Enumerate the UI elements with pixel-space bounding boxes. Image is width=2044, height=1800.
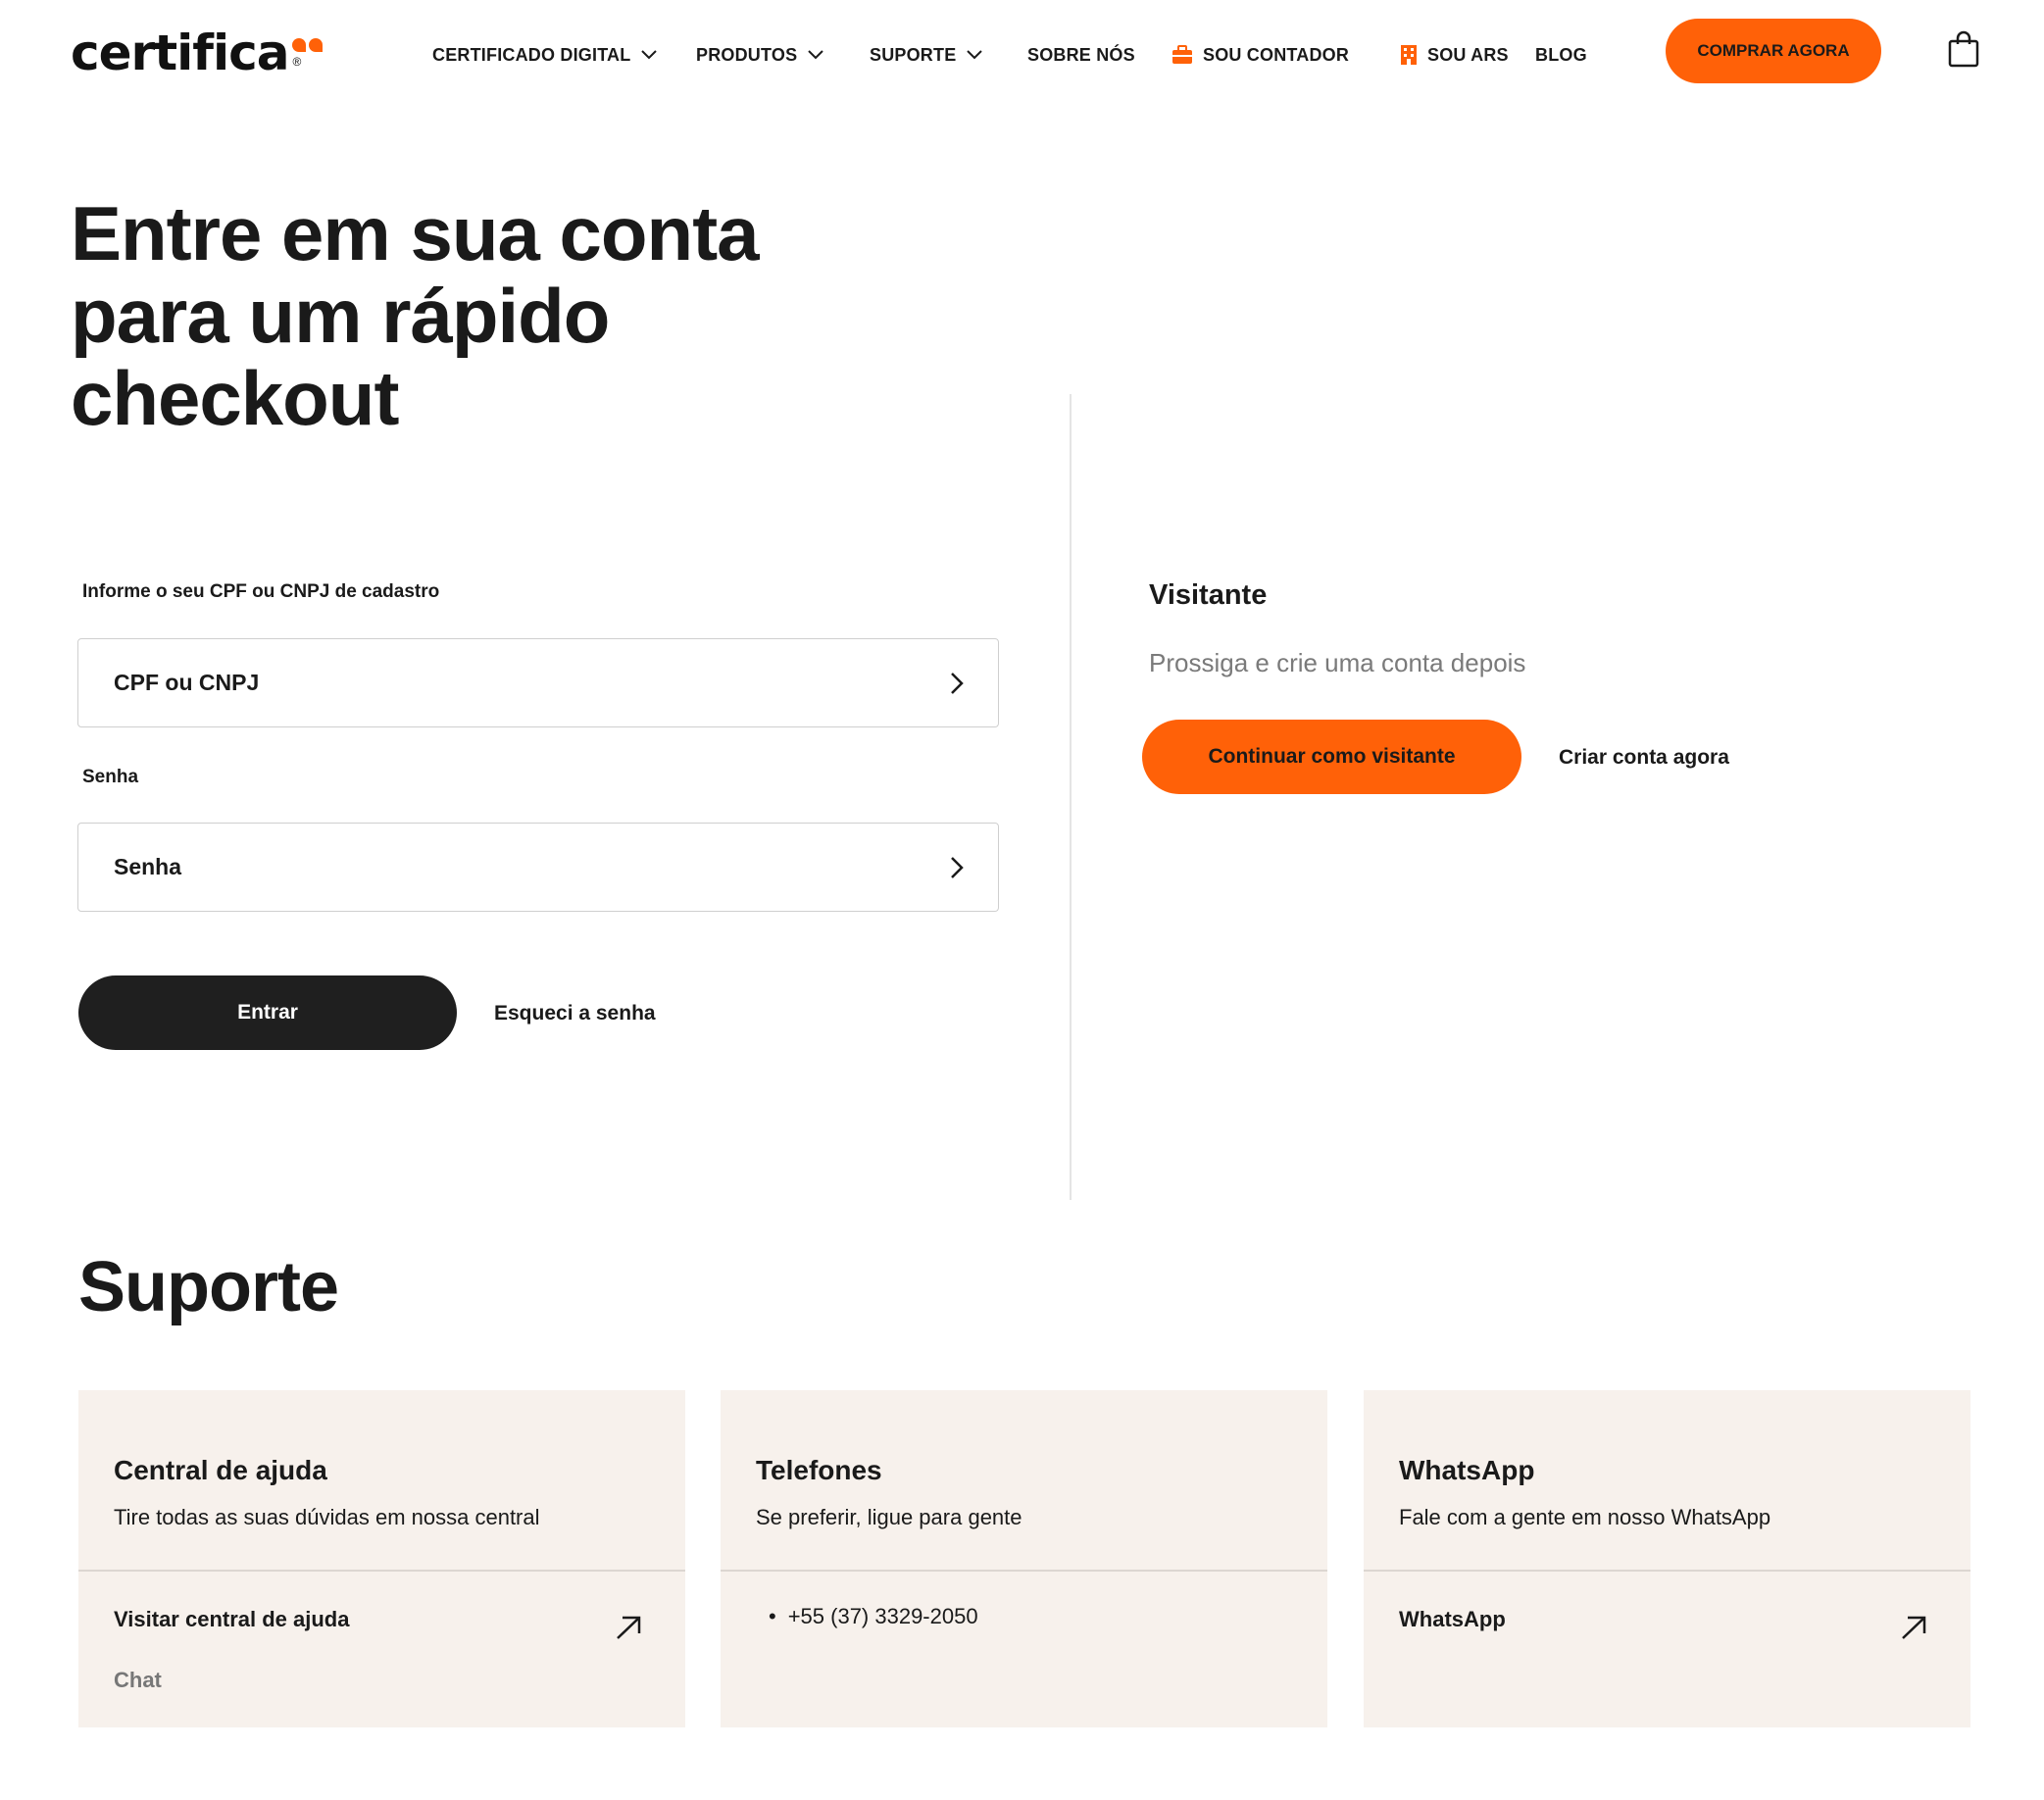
card-title: Central de ajuda xyxy=(114,1455,327,1485)
whatsapp-link[interactable]: WhatsApp xyxy=(1399,1607,1506,1632)
chevron-down-icon xyxy=(641,50,658,60)
card-divider xyxy=(78,1570,685,1572)
continue-as-visitor-button[interactable]: Continuar como visitante xyxy=(1142,720,1521,794)
nav-label: SUPORTE xyxy=(870,44,957,65)
card-subtitle: Se preferir, ligue para gente xyxy=(756,1505,1022,1529)
phone-number[interactable]: +55 (37) 3329-2050 xyxy=(788,1604,978,1629)
password-label: Senha xyxy=(82,767,139,787)
arrow-up-right-icon[interactable] xyxy=(1898,1612,1929,1643)
document-label: Informe o seu CPF ou CNPJ de cadastro xyxy=(82,581,440,602)
building-icon xyxy=(1401,45,1417,65)
nav-label: BLOG xyxy=(1535,44,1587,65)
chevron-down-icon xyxy=(967,50,983,60)
logo-quote-mark-icon: ® xyxy=(291,38,325,69)
visitor-description: Prossiga e crie uma conta depois xyxy=(1149,648,1526,677)
briefcase-icon xyxy=(1172,45,1192,64)
certifica-logo[interactable]: certifica ® xyxy=(71,24,325,82)
nav-label: SOBRE NÓS xyxy=(1027,44,1135,65)
nav-blog[interactable]: BLOG xyxy=(1535,35,1587,75)
visitor-title: Visitante xyxy=(1149,579,1268,611)
nav-certificado-digital[interactable]: CERTIFICADO DIGITAL xyxy=(432,35,658,75)
nav-label: CERTIFICADO DIGITAL xyxy=(432,44,631,65)
support-title: Suporte xyxy=(78,1248,339,1326)
help-center-card: Central de ajuda Tire todas as suas dúvi… xyxy=(78,1390,685,1727)
phones-card: Telefones Se preferir, ligue para gente … xyxy=(721,1390,1327,1727)
buy-now-button[interactable]: COMPRAR AGORA xyxy=(1666,19,1881,83)
card-subtitle: Tire todas as suas dúvidas em nossa cent… xyxy=(114,1505,540,1529)
card-title: WhatsApp xyxy=(1399,1455,1535,1485)
logo-text: certifica xyxy=(71,25,290,81)
chevron-down-icon xyxy=(808,50,823,60)
card-subtitle: Fale com a gente em nosso WhatsApp xyxy=(1399,1505,1771,1529)
bullet: • xyxy=(769,1604,776,1628)
login-button[interactable]: Entrar xyxy=(78,975,457,1050)
chevron-right-icon[interactable] xyxy=(949,671,965,696)
whatsapp-card: WhatsApp Fale com a gente em nosso Whats… xyxy=(1364,1390,1970,1727)
nav-label: PRODUTOS xyxy=(696,44,798,65)
arrow-up-right-icon[interactable] xyxy=(613,1612,644,1643)
chevron-right-icon[interactable] xyxy=(949,855,965,880)
nav-suporte[interactable]: SUPORTE xyxy=(870,35,983,75)
phone-list-item[interactable]: • +55 (37) 3329-2050 xyxy=(769,1604,978,1629)
card-divider xyxy=(721,1570,1327,1572)
shopping-bag-icon[interactable] xyxy=(1948,30,1979,68)
vertical-divider xyxy=(1070,394,1072,1200)
nav-label: SOU ARS xyxy=(1427,44,1509,65)
nav-sou-ars[interactable]: SOU ARS xyxy=(1400,35,1509,75)
chat-link[interactable]: Chat xyxy=(114,1668,162,1693)
password-input[interactable] xyxy=(114,854,898,880)
create-account-link[interactable]: Criar conta agora xyxy=(1559,746,1729,770)
password-field[interactable] xyxy=(77,823,999,912)
visit-help-center-link[interactable]: Visitar central de ajuda xyxy=(114,1607,349,1632)
card-divider xyxy=(1364,1570,1970,1572)
cpf-cnpj-input[interactable] xyxy=(114,670,898,696)
nav-sou-contador[interactable]: SOU CONTADOR xyxy=(1172,35,1349,75)
nav-label: SOU CONTADOR xyxy=(1203,44,1350,65)
card-title: Telefones xyxy=(756,1455,882,1485)
nav-sobre-nos[interactable]: SOBRE NÓS xyxy=(1027,35,1135,75)
nav-produtos[interactable]: PRODUTOS xyxy=(696,35,824,75)
page-title: Entre em sua conta para um rápido checko… xyxy=(71,190,760,441)
logo-registered-mark: ® xyxy=(292,55,302,69)
forgot-password-link[interactable]: Esqueci a senha xyxy=(494,1002,656,1025)
document-field[interactable] xyxy=(77,638,999,727)
